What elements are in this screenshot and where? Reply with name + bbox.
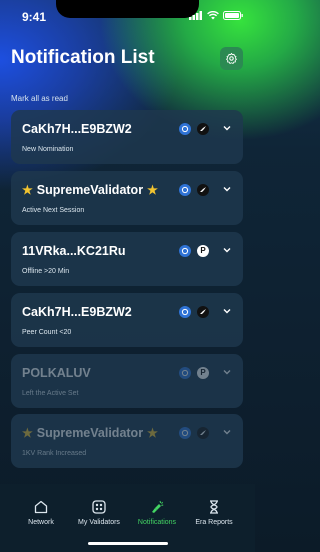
star-icon: ★ bbox=[147, 183, 158, 197]
tab-label: Notifications bbox=[137, 519, 177, 526]
validator-badge-icon bbox=[179, 184, 191, 196]
validator-badge-icon bbox=[179, 427, 191, 439]
p-icon: P bbox=[197, 367, 209, 379]
validator-badge-icon bbox=[179, 123, 191, 135]
tab-my-validators[interactable]: My Validators bbox=[67, 499, 131, 526]
notification-title: ★ SupremeValidator ★ bbox=[22, 426, 158, 440]
notification-card[interactable]: POLKALUV Left the Active Set P bbox=[11, 354, 243, 408]
chevron-down-icon[interactable] bbox=[222, 245, 232, 255]
home-indicator[interactable] bbox=[88, 542, 168, 545]
mark-all-read-link[interactable]: Mark all as read bbox=[11, 94, 68, 103]
notification-card[interactable]: CaKh7H...E9BZW2 New Nomination bbox=[11, 110, 243, 164]
home-icon bbox=[34, 500, 48, 514]
bird-icon bbox=[197, 123, 209, 135]
chevron-down-icon[interactable] bbox=[222, 427, 232, 437]
validator-badge-icon bbox=[179, 367, 191, 379]
tab-era-reports[interactable]: Era Reports bbox=[182, 499, 246, 526]
notification-subtitle: Peer Count <20 bbox=[22, 329, 72, 336]
notification-card[interactable]: 11VRka...KC21Ru Offline >20 Min P bbox=[11, 232, 243, 286]
status-bar: 9:41 bbox=[0, 0, 255, 30]
star-icon: ★ bbox=[22, 183, 33, 197]
chevron-down-icon[interactable] bbox=[222, 367, 232, 377]
signal-icon bbox=[189, 11, 202, 20]
tab-label: My Validators bbox=[78, 519, 120, 526]
validator-badge-icon bbox=[179, 245, 191, 257]
bird-icon bbox=[197, 184, 209, 196]
status-icons bbox=[189, 11, 243, 20]
battery-icon bbox=[223, 11, 243, 20]
notification-title: CaKh7H...E9BZW2 bbox=[22, 122, 132, 136]
notification-subtitle: Offline >20 Min bbox=[22, 268, 70, 275]
chevron-down-icon[interactable] bbox=[222, 184, 232, 194]
star-icon: ★ bbox=[22, 426, 33, 440]
status-time: 9:41 bbox=[22, 10, 47, 24]
validator-badge-icon bbox=[179, 306, 191, 318]
bird-icon bbox=[197, 306, 209, 318]
wifi-icon bbox=[207, 11, 219, 20]
settings-button[interactable] bbox=[220, 47, 243, 70]
notification-card[interactable]: ★ SupremeValidator ★ Active Next Session bbox=[11, 171, 243, 225]
notification-title: POLKALUV bbox=[22, 366, 91, 380]
notification-subtitle: 1KV Rank Increased bbox=[22, 450, 87, 457]
notification-subtitle: New Nomination bbox=[22, 146, 74, 153]
validators-icon bbox=[92, 500, 106, 514]
notification-card[interactable]: CaKh7H...E9BZW2 Peer Count <20 bbox=[11, 293, 243, 347]
chevron-down-icon[interactable] bbox=[222, 123, 232, 133]
notification-title: ★ SupremeValidator ★ bbox=[22, 183, 158, 197]
notification-title: CaKh7H...E9BZW2 bbox=[22, 305, 132, 319]
page-title: Notification List bbox=[11, 47, 155, 68]
gear-icon bbox=[226, 52, 237, 64]
tab-label: Era Reports bbox=[195, 519, 233, 526]
hourglass-icon bbox=[210, 500, 218, 514]
chevron-down-icon[interactable] bbox=[222, 306, 232, 316]
star-icon: ★ bbox=[147, 426, 158, 440]
notification-subtitle: Left the Active Set bbox=[22, 390, 79, 397]
notification-flashlight-icon bbox=[152, 500, 164, 513]
notification-subtitle: Active Next Session bbox=[22, 207, 85, 214]
p-icon: P bbox=[197, 245, 209, 257]
tab-network[interactable]: Network bbox=[9, 499, 73, 526]
device-notch bbox=[56, 0, 199, 18]
notification-title: 11VRka...KC21Ru bbox=[22, 244, 126, 258]
bird-icon bbox=[197, 427, 209, 439]
tab-label: Network bbox=[28, 519, 54, 526]
notification-card[interactable]: ★ SupremeValidator ★ 1KV Rank Increased bbox=[11, 414, 243, 468]
tab-notifications[interactable]: Notifications bbox=[125, 499, 189, 526]
